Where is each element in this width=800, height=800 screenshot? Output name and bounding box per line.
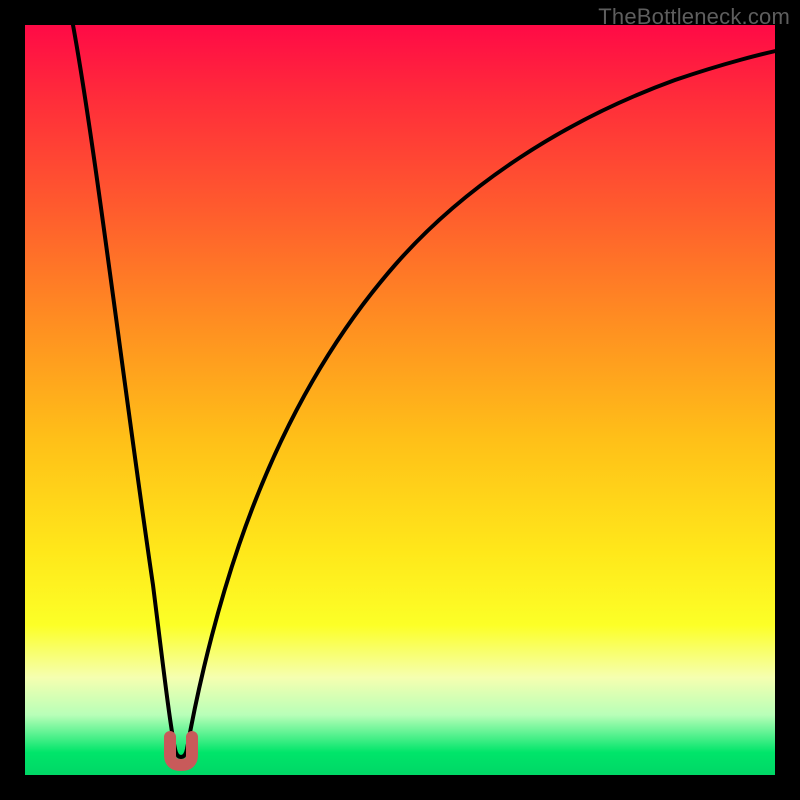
curve-layer <box>25 25 775 775</box>
chart-frame: TheBottleneck.com <box>0 0 800 800</box>
watermark-text: TheBottleneck.com <box>598 4 790 30</box>
bottleneck-curve <box>73 25 775 757</box>
minimum-marker-icon <box>170 737 192 765</box>
plot-area <box>25 25 775 775</box>
